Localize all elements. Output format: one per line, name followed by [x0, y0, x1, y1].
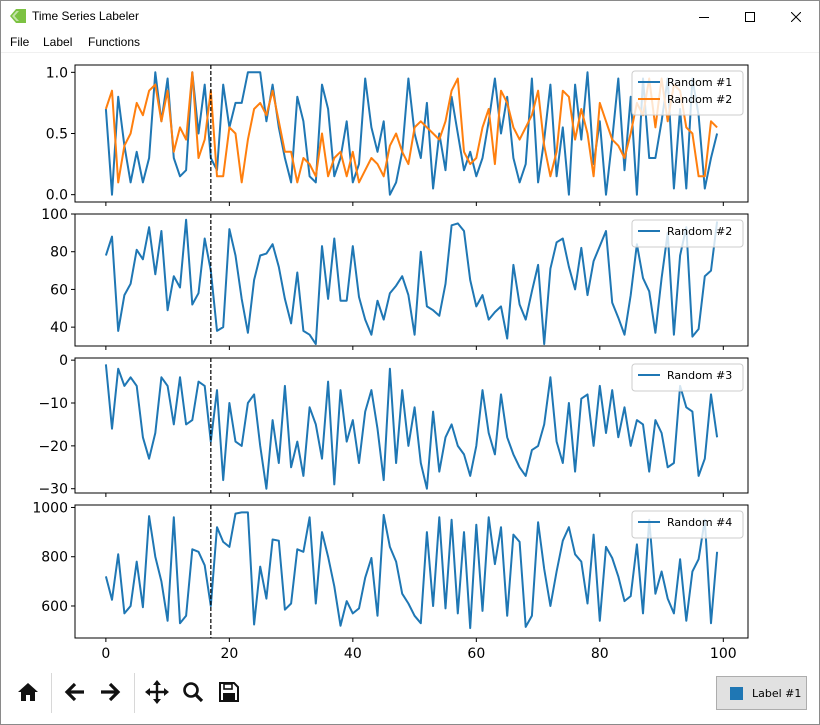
- y-tick-label: 800: [41, 550, 68, 566]
- x-tick-label: 0: [101, 646, 110, 662]
- y-tick-label: 0.5: [46, 127, 68, 143]
- toolbar-separator: [134, 673, 135, 713]
- x-tick-label: 80: [591, 646, 609, 662]
- menu-file[interactable]: File: [10, 35, 29, 49]
- close-button[interactable]: [773, 1, 819, 32]
- forward-arrow-icon: [101, 682, 121, 702]
- y-tick-label: 1000: [32, 500, 68, 516]
- maximize-button[interactable]: [727, 1, 773, 32]
- window-title: Time Series Labeler: [32, 9, 139, 23]
- menu-bar: File Label Functions: [1, 32, 819, 53]
- back-button[interactable]: [60, 677, 90, 707]
- legend-label: Random #2: [667, 225, 732, 238]
- zoom-button[interactable]: [178, 677, 208, 707]
- save-icon: [219, 682, 239, 702]
- label-color-swatch: [730, 686, 743, 700]
- y-tick-label: 100: [41, 207, 68, 223]
- save-button[interactable]: [214, 677, 244, 707]
- close-icon: [791, 11, 801, 22]
- toolbar-separator: [51, 673, 52, 713]
- maximize-icon: [745, 11, 755, 22]
- navigation-toolbar: Label #1: [1, 663, 819, 724]
- menu-label[interactable]: Label: [43, 35, 72, 49]
- forward-button[interactable]: [95, 677, 125, 707]
- x-tick-label: 40: [344, 646, 362, 662]
- plot-canvas[interactable]: 0.0 0.5 1.0 Random #1 Random #2 40 60 80 100 Rand…: [1, 53, 819, 663]
- legend-label: Random #2: [667, 93, 732, 106]
- minimize-button[interactable]: [681, 1, 727, 32]
- home-icon: [18, 683, 38, 701]
- title-bar[interactable]: Time Series Labeler: [1, 1, 819, 32]
- y-tick-label: 40: [50, 320, 68, 336]
- y-tick-label: 0.0: [46, 188, 68, 204]
- plot-area[interactable]: 0.0 0.5 1.0 Random #1 Random #2 40 60 80 100 Rand…: [1, 53, 819, 663]
- y-tick-label: 80: [50, 245, 68, 261]
- minimize-icon: [699, 16, 709, 18]
- y-tick-label: −30: [38, 482, 68, 498]
- y-tick-label: −10: [38, 396, 68, 412]
- y-tick-label: 600: [41, 599, 68, 615]
- label-button-text: Label #1: [752, 686, 802, 700]
- legend-label: Random #1: [667, 76, 732, 89]
- legend-label: Random #4: [667, 516, 732, 529]
- zoom-icon: [183, 682, 204, 703]
- y-tick-label: −20: [38, 439, 68, 455]
- legend-label: Random #3: [667, 369, 732, 382]
- label-1-button[interactable]: Label #1: [716, 676, 807, 710]
- pan-button[interactable]: [142, 677, 172, 707]
- x-tick-label: 100: [710, 646, 737, 662]
- menu-functions[interactable]: Functions: [88, 35, 140, 49]
- app-window: Time Series Labeler File Label Functions…: [0, 0, 820, 725]
- x-tick-label: 20: [220, 646, 238, 662]
- pan-icon: [145, 680, 169, 704]
- tag-icon: [10, 9, 26, 23]
- y-tick-label: 60: [50, 282, 68, 298]
- y-tick-label: 0: [59, 353, 68, 369]
- y-tick-label: 1.0: [46, 65, 68, 81]
- x-tick-label: 60: [467, 646, 485, 662]
- home-button[interactable]: [13, 677, 43, 707]
- back-arrow-icon: [64, 682, 84, 702]
